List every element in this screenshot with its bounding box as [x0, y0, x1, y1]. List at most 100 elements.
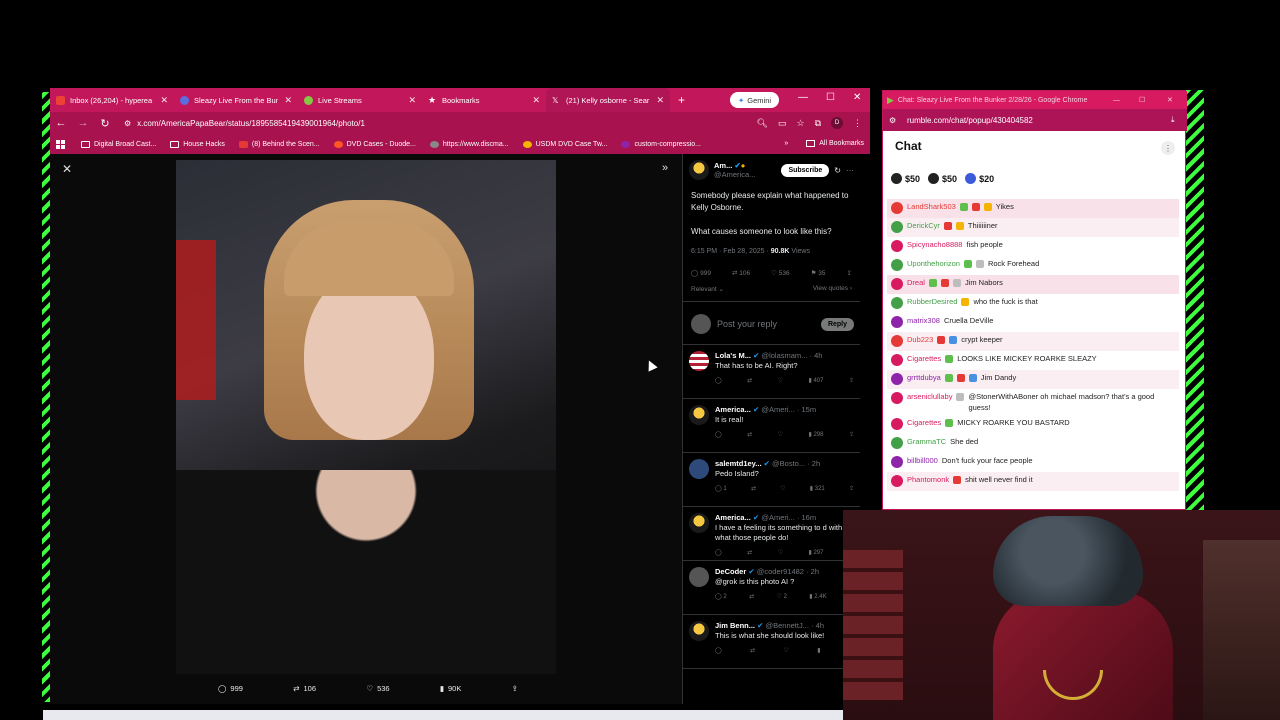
- repost-button[interactable]: ⇄: [750, 646, 755, 656]
- chat-username[interactable]: Phantomonk: [907, 474, 949, 485]
- views-button[interactable]: ▮ 90K: [440, 680, 462, 696]
- reply-author[interactable]: DeCoder: [715, 567, 746, 576]
- bookmark-item[interactable]: https://www.discma...: [429, 140, 509, 148]
- reply-item[interactable]: salemtd1ey... ✔ @Bosto... · 2h Pedo Islan…: [683, 453, 860, 507]
- avatar[interactable]: [689, 351, 709, 371]
- close-tab-icon[interactable]: ✕: [284, 95, 292, 106]
- subscribe-button[interactable]: Subscribe: [781, 163, 830, 177]
- bookmark-item[interactable]: custom-compressio...: [621, 140, 701, 148]
- chat-avatar[interactable]: [891, 202, 903, 214]
- reply-item[interactable]: Jim Benn... ✔ @BennettJ... · 4h This is w…: [683, 615, 860, 669]
- avatar[interactable]: [689, 459, 709, 479]
- like-count-button[interactable]: ♡ 536: [771, 269, 790, 277]
- rant-pill[interactable]: $20: [965, 173, 994, 184]
- views-button[interactable]: ▮ 297: [809, 548, 824, 558]
- chat-username[interactable]: Uponthehorizon: [907, 258, 960, 269]
- like-button[interactable]: ♡: [778, 430, 783, 440]
- repost-button[interactable]: ⇄: [749, 592, 754, 602]
- chat-username[interactable]: billbill000: [907, 455, 938, 466]
- bookmark-count-button[interactable]: ⚑ 35: [811, 269, 826, 277]
- chat-avatar[interactable]: [891, 316, 903, 328]
- bookmark-item[interactable]: (8) Behind the Scen...: [238, 140, 320, 148]
- view-quotes-link[interactable]: View quotes ›: [813, 285, 852, 293]
- repost-button[interactable]: ⇄: [747, 548, 752, 558]
- avatar[interactable]: [689, 513, 709, 533]
- avatar[interactable]: [689, 567, 709, 587]
- back-icon[interactable]: ←: [50, 117, 72, 129]
- gemini-button[interactable]: ✦ Gemini: [730, 92, 780, 108]
- tab-sleazy[interactable]: Sleazy Live From the Bun ✕: [174, 88, 298, 112]
- tab-live-streams[interactable]: Live Streams ✕: [298, 88, 422, 112]
- bookmark-item[interactable]: Digital Broad Cast...: [81, 140, 156, 148]
- bookmark-item[interactable]: DVD Cases - Duode...: [333, 140, 416, 148]
- chat-username[interactable]: RubberDesired: [907, 296, 957, 307]
- like-button[interactable]: ♡: [778, 376, 783, 386]
- tweet-photo[interactable]: [176, 160, 556, 674]
- url-field[interactable]: ⚙ x.com/AmericaPapaBear/status/1895585419…: [124, 119, 757, 128]
- views-button[interactable]: ▮: [817, 646, 820, 656]
- sort-relevant-dropdown[interactable]: Relevant ⌄: [691, 285, 724, 293]
- reply-author[interactable]: Lola's M...: [715, 351, 751, 360]
- close-tab-icon[interactable]: ✕: [408, 95, 416, 106]
- close-tab-icon[interactable]: ✕: [160, 95, 168, 106]
- profile-avatar[interactable]: D: [831, 117, 843, 129]
- bookmark-item[interactable]: House Hacks: [170, 140, 225, 148]
- chat-avatar[interactable]: [891, 335, 903, 347]
- views-button[interactable]: ▮ 2.4K: [809, 592, 826, 602]
- reply-count-button[interactable]: ◯ 999: [691, 269, 711, 277]
- tab-x-search[interactable]: 𝕏 (21) Kelly osborne - Sear ✕: [546, 88, 670, 112]
- reply-button[interactable]: ◯: [715, 548, 722, 558]
- like-button[interactable]: ♡: [784, 646, 789, 656]
- share-icon[interactable]: ⇪: [849, 430, 854, 440]
- reply-button[interactable]: Reply: [820, 317, 854, 331]
- apps-grid-icon[interactable]: [56, 139, 65, 149]
- forward-icon[interactable]: →: [72, 117, 94, 129]
- close-window-icon[interactable]: ✕: [1167, 96, 1173, 104]
- reply-input[interactable]: Post your reply: [717, 319, 815, 329]
- comment-button[interactable]: ◯ 999: [218, 680, 243, 696]
- popup-url[interactable]: rumble.com/chat/popup/430404582: [907, 116, 1033, 125]
- views-button[interactable]: ▮ 321: [810, 484, 825, 494]
- chat-avatar[interactable]: [891, 456, 903, 468]
- close-tab-icon[interactable]: ✕: [656, 95, 664, 106]
- maximize-icon[interactable]: ☐: [1139, 96, 1145, 104]
- close-tab-icon[interactable]: ✕: [532, 95, 540, 106]
- chat-avatar[interactable]: [891, 437, 903, 449]
- reply-item[interactable]: America... ✔ @Ameri... · 16m I have a fee…: [683, 507, 860, 561]
- repost-button[interactable]: ⇄ 106: [293, 680, 316, 696]
- avatar[interactable]: [689, 160, 709, 180]
- chat-username[interactable]: DerickCyr: [907, 220, 940, 231]
- chat-menu-icon[interactable]: ⋮: [1161, 141, 1175, 155]
- all-bookmarks[interactable]: » All Bookmarks: [784, 140, 864, 147]
- bookmark-star-icon[interactable]: ☆: [796, 118, 804, 129]
- chat-username[interactable]: Spicynacho8888: [907, 239, 962, 250]
- views-button[interactable]: ▮ 407: [809, 376, 824, 386]
- cast-icon[interactable]: ▭: [778, 118, 787, 129]
- chat-username[interactable]: GrammaTC: [907, 436, 946, 447]
- maximize-icon[interactable]: ☐: [826, 92, 835, 103]
- close-window-icon[interactable]: ✕: [853, 92, 861, 103]
- chat-username[interactable]: Cigarettes: [907, 417, 941, 428]
- like-button[interactable]: ♡: [780, 484, 785, 494]
- repost-button[interactable]: ⇄: [751, 484, 756, 494]
- avatar[interactable]: [689, 405, 709, 425]
- zoom-icon[interactable]: 🔍︎: [757, 118, 768, 129]
- expand-panel-icon[interactable]: »: [662, 162, 668, 174]
- chat-avatar[interactable]: [891, 240, 903, 252]
- repost-button[interactable]: ⇄: [747, 376, 752, 386]
- chat-username[interactable]: Cigarettes: [907, 353, 941, 364]
- repost-button[interactable]: ⇄: [747, 430, 752, 440]
- chat-avatar[interactable]: [891, 297, 903, 309]
- chat-avatar[interactable]: [891, 373, 903, 385]
- reply-button[interactable]: ◯ 2: [715, 592, 727, 602]
- site-info-icon[interactable]: ⚙: [889, 116, 896, 125]
- reply-item[interactable]: DeCoder ✔ @coder91482 · 2h @grok is this …: [683, 561, 860, 615]
- reply-button[interactable]: ◯: [715, 430, 722, 440]
- views-button[interactable]: ▮ 298: [809, 430, 824, 440]
- chat-username[interactable]: Dreal: [907, 277, 925, 288]
- chat-avatar[interactable]: [891, 221, 903, 233]
- chat-username[interactable]: grrttdubya: [907, 372, 941, 383]
- new-tab-button[interactable]: +: [678, 93, 685, 107]
- share-icon[interactable]: ⇪: [847, 269, 852, 277]
- reply-item[interactable]: America... ✔ @Ameri... · 15m It is real! ◯…: [683, 399, 860, 453]
